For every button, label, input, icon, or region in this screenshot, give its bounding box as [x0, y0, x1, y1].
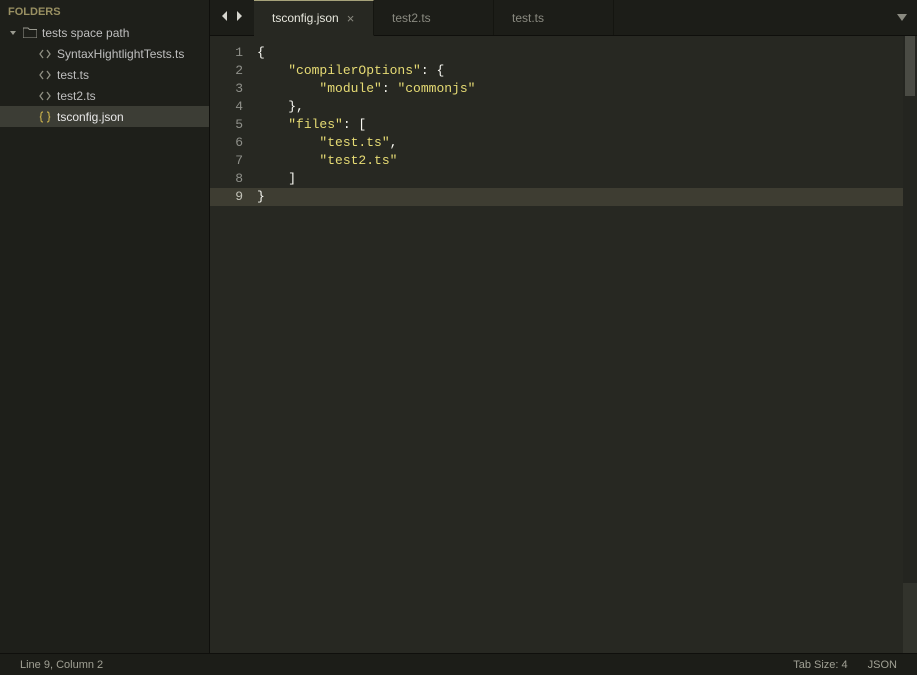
tab-overflow-icon[interactable]: [897, 11, 907, 25]
braces-icon: [38, 111, 52, 123]
status-language[interactable]: JSON: [858, 659, 907, 671]
line-number: 1: [210, 44, 257, 62]
file-tsconfig-json[interactable]: tsconfig.json: [0, 106, 209, 127]
editor-area: tsconfig.json × test2.ts test.ts 123456789 …: [210, 0, 917, 653]
line-number: 5: [210, 116, 257, 134]
line-number: 6: [210, 134, 257, 152]
code-line[interactable]: }: [257, 188, 917, 206]
nav-forward-icon[interactable]: [235, 10, 244, 25]
folder-collapse-icon[interactable]: [8, 29, 18, 37]
file-label: test.ts: [57, 68, 89, 82]
sidebar-header: FOLDERS: [0, 0, 209, 22]
status-tab-size[interactable]: Tab Size: 4: [783, 659, 857, 671]
tab-test2-ts[interactable]: test2.ts: [374, 0, 494, 35]
sidebar: FOLDERS tests space path SyntaxHightligh…: [0, 0, 210, 653]
code-line[interactable]: "files": [: [257, 116, 917, 134]
close-icon[interactable]: ×: [347, 11, 355, 26]
gutter: 123456789: [210, 36, 257, 653]
tab-tsconfig-json[interactable]: tsconfig.json ×: [254, 0, 374, 36]
status-position[interactable]: Line 9, Column 2: [10, 659, 113, 671]
tab-label: tsconfig.json: [272, 11, 339, 25]
code-icon: [38, 90, 52, 102]
tab-bar: tsconfig.json × test2.ts test.ts: [210, 0, 917, 36]
file-test2-ts[interactable]: test2.ts: [0, 85, 209, 106]
code-editor[interactable]: 123456789 { "compilerOptions": { "module…: [210, 36, 917, 653]
code-line[interactable]: ]: [257, 170, 917, 188]
file-label: SyntaxHightlightTests.ts: [57, 47, 184, 61]
code-line[interactable]: "compilerOptions": {: [257, 62, 917, 80]
code-icon: [38, 48, 52, 60]
file-SyntaxHightlightTests-ts[interactable]: SyntaxHightlightTests.ts: [0, 43, 209, 64]
code-icon: [38, 69, 52, 81]
scrollbar-thumb[interactable]: [905, 36, 915, 96]
folder-row[interactable]: tests space path: [0, 22, 209, 43]
line-number: 3: [210, 80, 257, 98]
code-line[interactable]: "module": "commonjs": [257, 80, 917, 98]
line-number: 9: [210, 188, 257, 206]
line-number: 8: [210, 170, 257, 188]
code-line[interactable]: "test.ts",: [257, 134, 917, 152]
tab-label: test2.ts: [392, 11, 431, 25]
tab-test-ts[interactable]: test.ts: [494, 0, 614, 35]
line-number: 7: [210, 152, 257, 170]
code-line[interactable]: "test2.ts": [257, 152, 917, 170]
file-label: test2.ts: [57, 89, 96, 103]
line-number: 2: [210, 62, 257, 80]
vertical-scrollbar[interactable]: [903, 36, 917, 653]
nav-back-icon[interactable]: [220, 10, 229, 25]
folder-label: tests space path: [42, 26, 129, 40]
line-number: 4: [210, 98, 257, 116]
folder-icon: [23, 27, 37, 38]
tab-label: test.ts: [512, 11, 544, 25]
file-test-ts[interactable]: test.ts: [0, 64, 209, 85]
status-bar: Line 9, Column 2 Tab Size: 4 JSON: [0, 653, 917, 675]
code-line[interactable]: {: [257, 44, 917, 62]
code-content[interactable]: { "compilerOptions": { "module": "common…: [257, 36, 917, 653]
code-line[interactable]: },: [257, 98, 917, 116]
file-label: tsconfig.json: [57, 110, 124, 124]
